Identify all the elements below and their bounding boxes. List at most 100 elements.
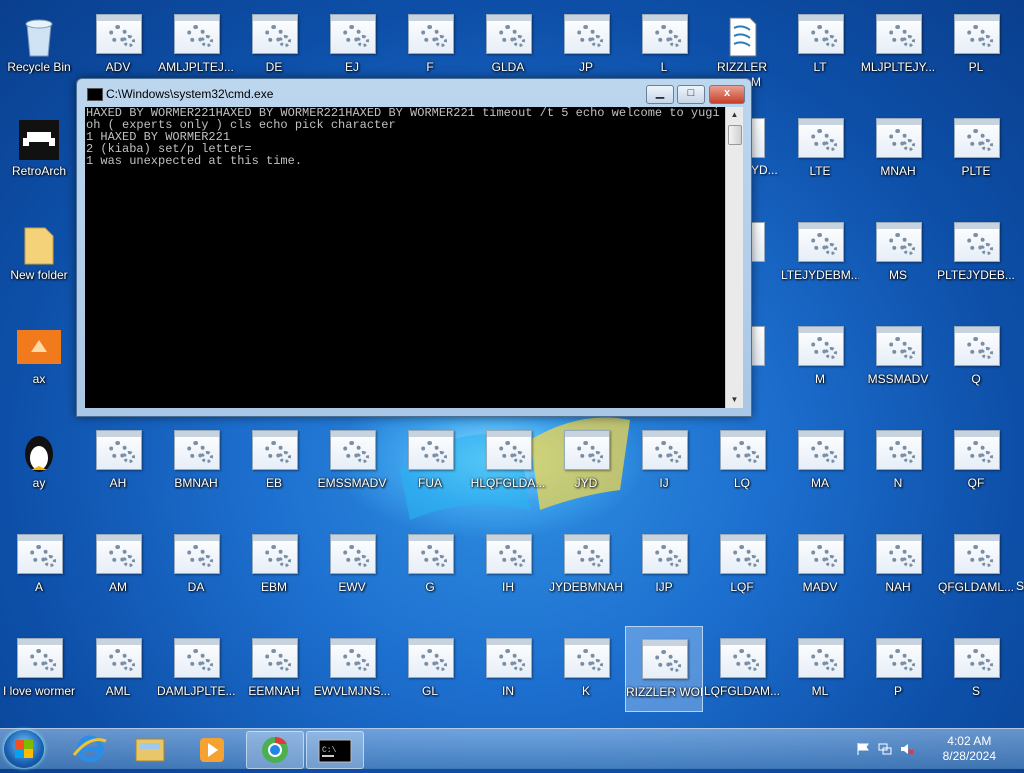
- desktop-icon[interactable]: G: [391, 522, 469, 622]
- desktop-icon[interactable]: FUA: [391, 418, 469, 518]
- desktop-icon[interactable]: RIZZLER WORM: [625, 626, 703, 712]
- desktop-icon[interactable]: BMNAH: [157, 418, 235, 518]
- desktop-icon[interactable]: EBM: [235, 522, 313, 622]
- desktop-icon-label: M: [815, 372, 825, 386]
- desktop-icon[interactable]: AH: [79, 418, 157, 518]
- taskbar-app-cmd[interactable]: C:\: [306, 731, 364, 769]
- scroll-down-icon[interactable]: ▼: [726, 392, 743, 408]
- desktop-icon-recycle-bin[interactable]: Recycle Bin: [0, 2, 78, 102]
- desktop-icon-label: MNAH: [880, 164, 916, 178]
- cmd-icon: C:\: [318, 739, 352, 763]
- desktop-icon[interactable]: N: [859, 418, 937, 518]
- desktop-icon[interactable]: LQFGLDAM...: [703, 626, 781, 726]
- desktop-icon[interactable]: P: [859, 626, 937, 726]
- desktop-icon[interactable]: QF: [937, 418, 1015, 518]
- volume-muted-icon[interactable]: [900, 742, 914, 756]
- desktop-icon[interactable]: GL: [391, 626, 469, 726]
- desktop-icon[interactable]: MSSMADV: [859, 314, 937, 414]
- desktop-icon[interactable]: MS: [859, 210, 937, 310]
- scroll-up-icon[interactable]: ▲: [726, 107, 743, 123]
- maximize-button[interactable]: □: [677, 85, 705, 104]
- desktop-icon[interactable]: K: [547, 626, 625, 726]
- partial-desktop-icon[interactable]: [750, 222, 765, 262]
- desktop-icon[interactable]: JYD: [547, 418, 625, 518]
- desktop-icon[interactable]: AM: [79, 522, 157, 622]
- desktop-icon[interactable]: MA: [781, 418, 859, 518]
- desktop-icon-label: HLQFGLDA...: [470, 476, 546, 490]
- batch-file-icon: [486, 14, 532, 54]
- desktop-icon[interactable]: Q: [937, 314, 1015, 414]
- partial-desktop-icon[interactable]: [750, 326, 765, 366]
- desktop-icon[interactable]: ML: [781, 626, 859, 726]
- console-output[interactable]: HAXED BY WORMER221HAXED BY WORMER221HAXE…: [85, 107, 726, 408]
- desktop-icon[interactable]: S: [937, 626, 1015, 726]
- media-player-icon: [200, 738, 224, 762]
- batch-file-icon: [174, 638, 220, 678]
- desktop-icon-retroarch[interactable]: RetroArch: [0, 106, 78, 206]
- desktop-icon[interactable]: IJP: [625, 522, 703, 622]
- desktop-icon-label: AML: [105, 684, 131, 698]
- desktop-icon-ay[interactable]: ay: [0, 418, 78, 518]
- script-file-icon: [720, 14, 764, 57]
- close-button[interactable]: x: [709, 85, 745, 104]
- desktop-icon-label: S: [971, 684, 980, 698]
- desktop-icon[interactable]: EMSSMADV: [313, 418, 391, 518]
- desktop-icon[interactable]: MNAH: [859, 106, 937, 206]
- taskbar-app-file-explorer[interactable]: [122, 731, 178, 767]
- batch-file-icon: [408, 534, 454, 574]
- desktop-icon-ax[interactable]: ax: [0, 314, 78, 414]
- desktop-icon[interactable]: PLTE: [937, 106, 1015, 206]
- desktop-icon[interactable]: IN: [469, 626, 547, 726]
- desktop-icon-label: MSSMADV: [867, 372, 929, 386]
- start-button[interactable]: [4, 730, 44, 768]
- batch-file-icon: [798, 638, 844, 678]
- taskbar-app-internet-explorer[interactable]: [62, 731, 118, 767]
- desktop-icon[interactable]: NAH: [859, 522, 937, 622]
- linux-penguin-icon: [17, 430, 61, 472]
- desktop-icon[interactable]: LT: [781, 2, 859, 102]
- action-center-flag-icon[interactable]: [856, 742, 870, 756]
- cmd-title-bar[interactable]: C:\Windows\system32\cmd.exe ▁ □ x: [77, 79, 751, 107]
- desktop-icon[interactable]: DA: [157, 522, 235, 622]
- partial-desktop-icon[interactable]: [750, 118, 765, 158]
- desktop-icon[interactable]: AML: [79, 626, 157, 726]
- desktop-icon[interactable]: EWV: [313, 522, 391, 622]
- desktop-icon[interactable]: PL: [937, 2, 1015, 102]
- desktop-icon[interactable]: JYDEBMNAH: [547, 522, 625, 622]
- network-icon[interactable]: [878, 742, 892, 756]
- desktop-icon-label: RIZZLER WORM: [626, 685, 702, 699]
- desktop-icon[interactable]: EEMNAH: [235, 626, 313, 726]
- taskbar-app-chrome[interactable]: [246, 731, 304, 769]
- taskbar-app-media-player[interactable]: [184, 731, 240, 767]
- desktop-icon[interactable]: IH: [469, 522, 547, 622]
- desktop-icon-a[interactable]: A: [0, 522, 78, 622]
- desktop-icon[interactable]: HLQFGLDA...: [469, 418, 547, 518]
- desktop-icon-new-folder[interactable]: New folder: [0, 210, 78, 310]
- desktop-icon[interactable]: M: [781, 314, 859, 414]
- desktop-icon-i-love-wormer[interactable]: I love wormer: [0, 626, 78, 726]
- desktop-icon[interactable]: LTEJYDEBM...: [781, 210, 859, 310]
- batch-file-icon: [642, 639, 688, 679]
- batch-file-icon: [486, 430, 532, 470]
- desktop-icon[interactable]: LTE: [781, 106, 859, 206]
- batch-file-icon: [330, 638, 376, 678]
- desktop-icon[interactable]: LQF: [703, 522, 781, 622]
- desktop-icon[interactable]: LQ: [703, 418, 781, 518]
- desktop-icon-label: RIZZLER: [716, 60, 767, 74]
- minimize-button[interactable]: ▁: [646, 85, 674, 104]
- desktop-icon[interactable]: MADV: [781, 522, 859, 622]
- desktop-icon[interactable]: DAMLJPLTE...: [157, 626, 235, 726]
- desktop-icon-label: FUA: [418, 476, 442, 490]
- desktop-icon[interactable]: IJ: [625, 418, 703, 518]
- cmd-window[interactable]: C:\Windows\system32\cmd.exe ▁ □ x HAXED …: [76, 78, 752, 417]
- desktop-icon[interactable]: PLTEJYDEB...: [937, 210, 1015, 310]
- desktop-icon[interactable]: MLJPLTEJY...: [859, 2, 937, 102]
- vertical-scrollbar[interactable]: ▲ ▼: [725, 107, 743, 408]
- desktop-icon[interactable]: EWVLMJNS...: [313, 626, 391, 726]
- desktop-icon[interactable]: EB: [235, 418, 313, 518]
- batch-file-icon: [798, 222, 844, 262]
- scroll-thumb[interactable]: [728, 125, 742, 145]
- clock[interactable]: 4:02 AM 8/28/2024: [943, 734, 996, 764]
- desktop-icon-label: A: [34, 580, 43, 594]
- desktop-icon[interactable]: QFGLDAML...: [937, 522, 1015, 622]
